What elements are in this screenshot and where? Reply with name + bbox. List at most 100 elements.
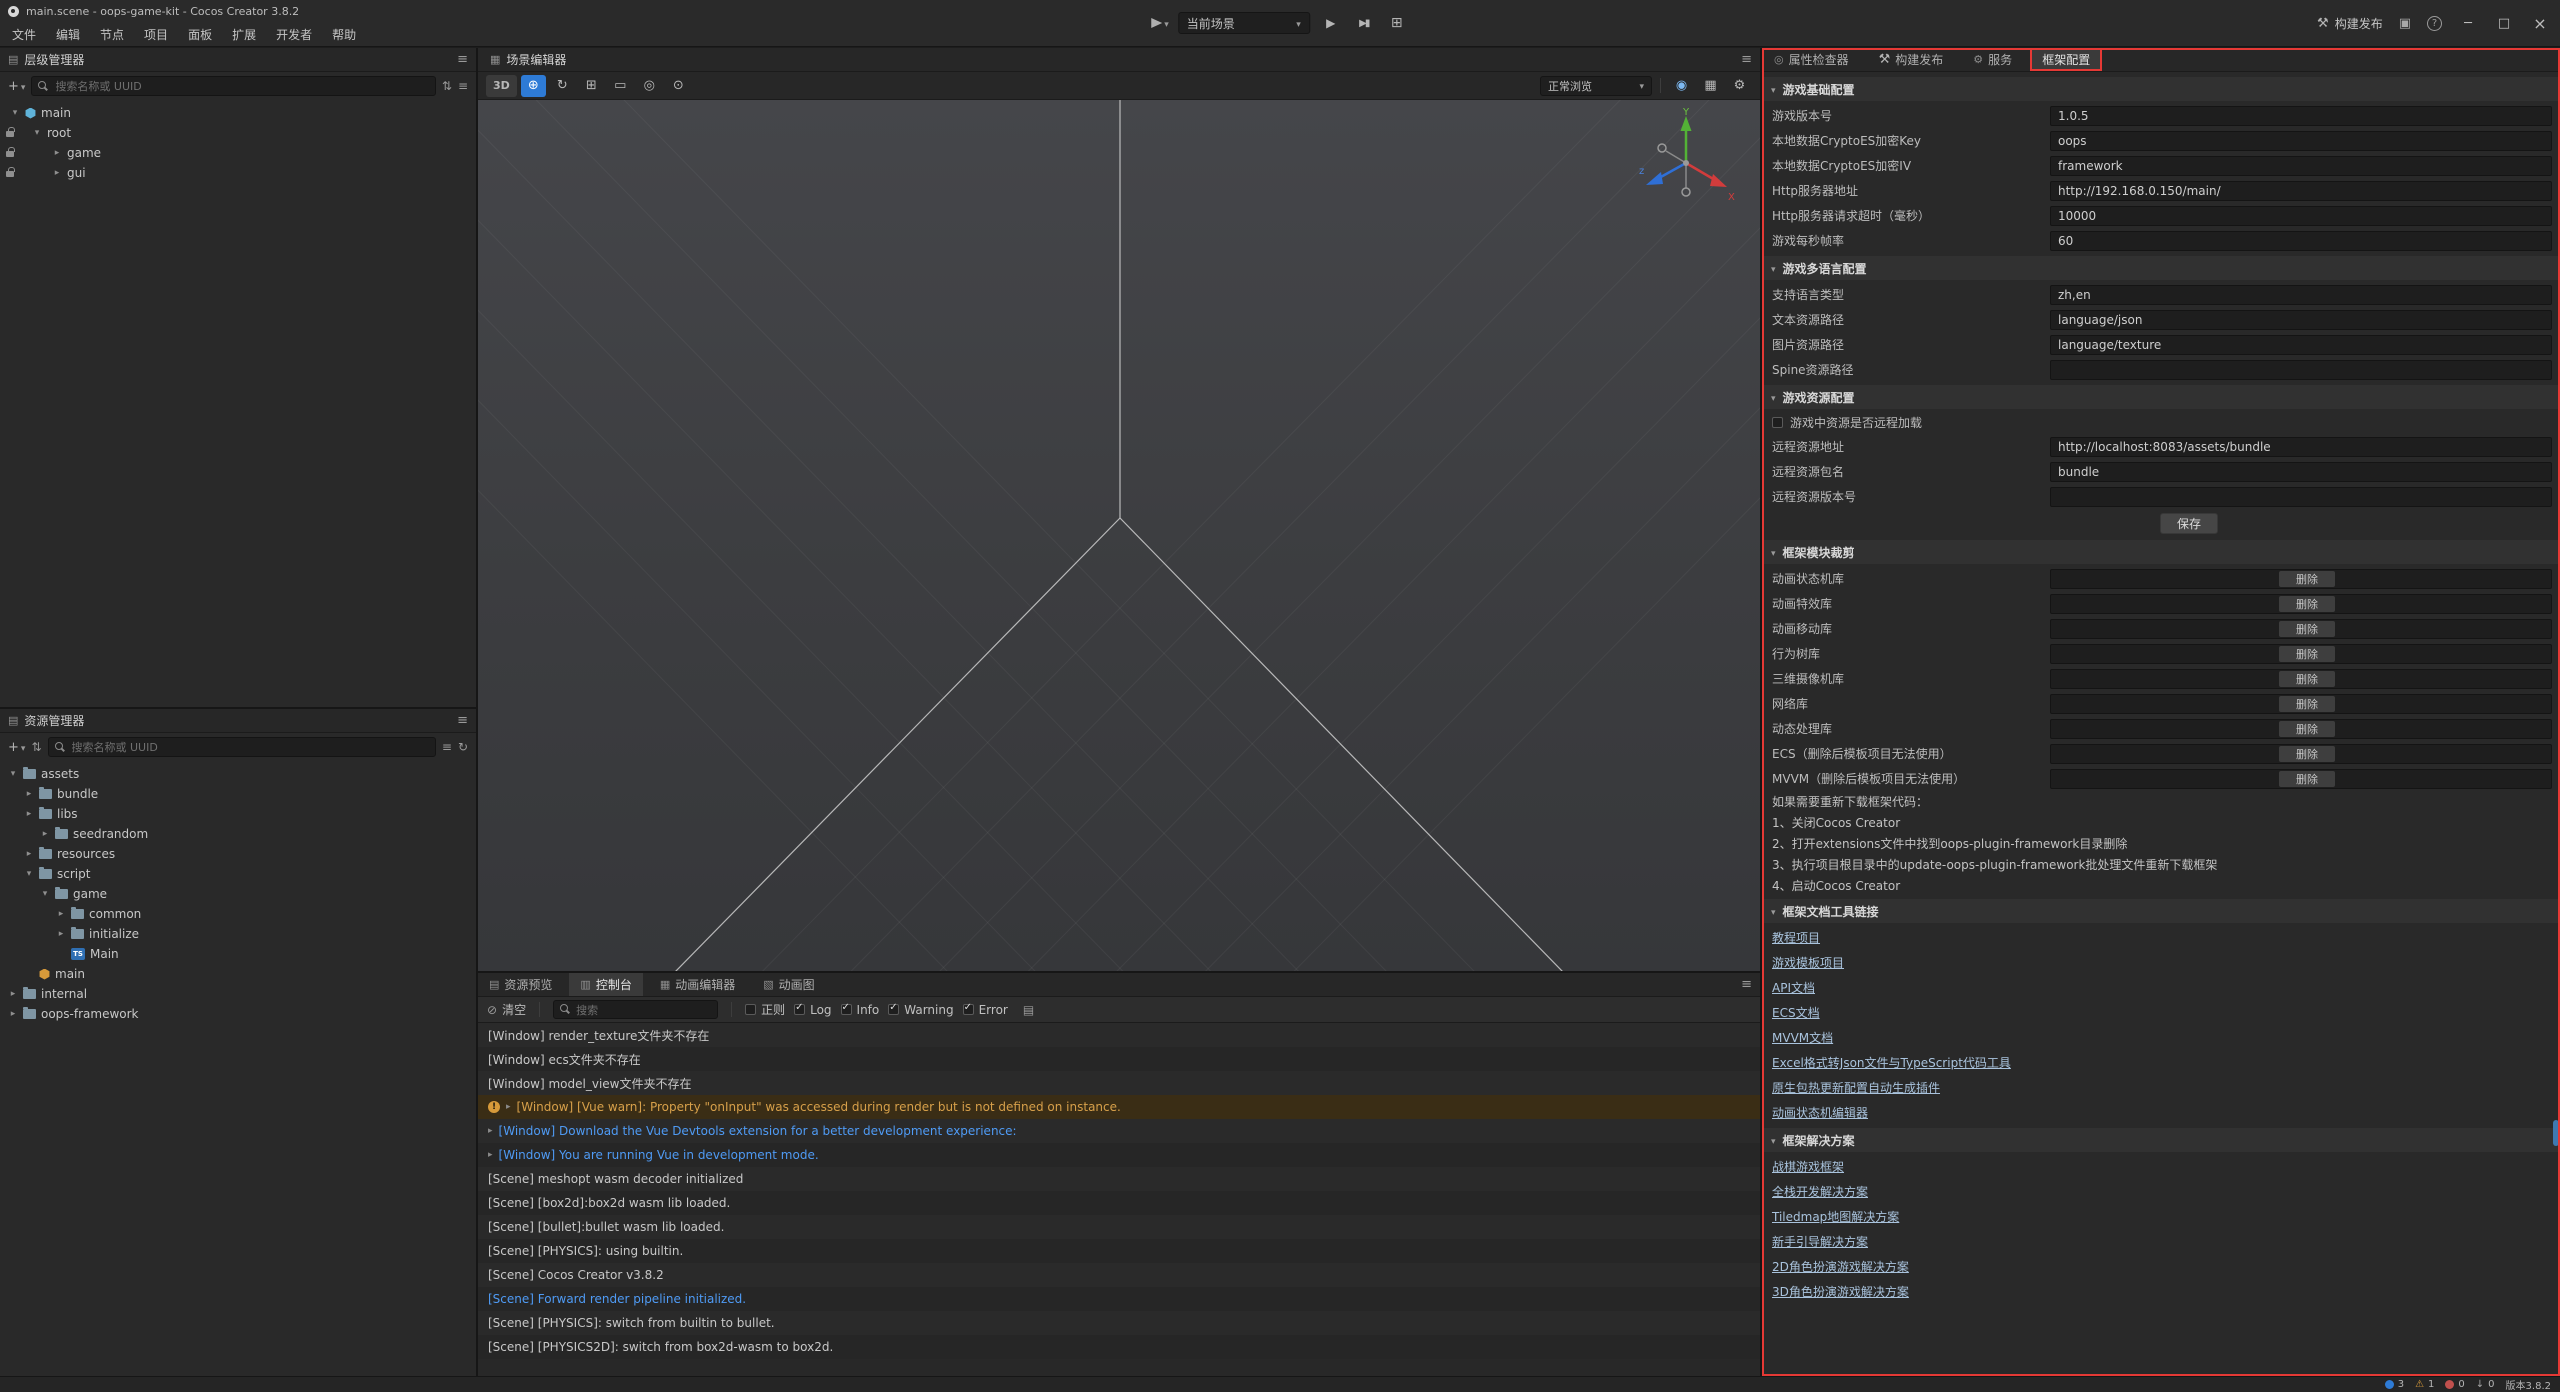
menu-file[interactable]: 文件 (2, 22, 46, 46)
status-warn-count[interactable]: 1 (2415, 1379, 2434, 1390)
asset-node[interactable]: seedrandom (0, 824, 476, 844)
solution-link[interactable]: Tiledmap地图解决方案 (1772, 1208, 1899, 1225)
clear-console-button[interactable]: 清空 (487, 1001, 526, 1018)
play-button[interactable] (1319, 12, 1343, 34)
menu-help[interactable]: 帮助 (322, 22, 366, 46)
scene-settings-button[interactable] (1727, 75, 1752, 97)
log-row-info[interactable]: [Scene] Forward render pipeline initiali… (478, 1287, 1760, 1311)
log-row-info[interactable]: [Window] Download the Vue Devtools exten… (478, 1119, 1760, 1143)
log-row[interactable]: [Scene] [box2d]:box2d wasm lib loaded. (478, 1191, 1760, 1215)
section-header-language[interactable]: 游戏多语言配置 (1762, 256, 2560, 280)
filter-info-checkbox[interactable]: Info (841, 1003, 880, 1017)
tab-scene-editor[interactable]: ▦ 场景编辑器 (486, 48, 570, 71)
asset-node[interactable]: internal (0, 984, 476, 1004)
asset-node[interactable]: bundle (0, 784, 476, 804)
hierarchy-node[interactable]: root (0, 123, 476, 143)
asset-node[interactable]: resources (0, 844, 476, 864)
delete-button[interactable]: 删除 (2279, 621, 2335, 637)
tab-framework-config[interactable]: 框架配置 (2030, 48, 2102, 71)
filter-error-checkbox[interactable]: Error (963, 1003, 1008, 1017)
sort-icon[interactable]: ⇅ (442, 79, 452, 93)
doc-link[interactable]: ECS文档 (1772, 1004, 1820, 1021)
pivot-tool-button[interactable] (666, 75, 691, 97)
delete-button[interactable]: 删除 (2279, 596, 2335, 612)
assets-search-input[interactable]: 搜索名称或 UUID (48, 737, 436, 757)
text-input[interactable]: bundle (2050, 462, 2552, 482)
expand-arrow-icon[interactable] (56, 929, 66, 939)
log-row[interactable]: [Scene] [PHYSICS]: switch from builtin t… (478, 1311, 1760, 1335)
chevron-right-icon[interactable] (488, 1126, 493, 1136)
section-header-resources[interactable]: 游戏资源配置 (1762, 385, 2560, 409)
save-button[interactable]: 保存 (2160, 513, 2218, 534)
log-row-info[interactable]: [Window] You are running Vue in developm… (478, 1143, 1760, 1167)
text-input[interactable]: http://localhost:8083/assets/bundle (2050, 437, 2552, 457)
window-close-button[interactable] (2530, 14, 2550, 33)
expand-arrow-icon[interactable] (40, 829, 50, 839)
chevron-right-icon[interactable] (488, 1150, 493, 1160)
axis-gizmo[interactable]: Y X z (1631, 108, 1741, 218)
panel-menu-icon[interactable] (1741, 52, 1752, 67)
status-info-count[interactable]: 3 (2385, 1379, 2404, 1390)
log-row[interactable]: [Scene] Cocos Creator v3.8.2 (478, 1263, 1760, 1287)
filter-menu-icon[interactable]: ≡ (458, 79, 468, 93)
menu-developer[interactable]: 开发者 (266, 22, 322, 46)
text-input[interactable]: oops (2050, 131, 2552, 151)
expand-arrow-icon[interactable] (8, 1009, 18, 1019)
solution-link[interactable]: 新手引导解决方案 (1772, 1233, 1868, 1250)
log-file-icon[interactable]: ▤ (1023, 1003, 1034, 1017)
expand-arrow-icon[interactable] (8, 769, 18, 779)
help-icon[interactable]: ? (2427, 16, 2442, 31)
console-search-input[interactable]: 搜索 (553, 1000, 718, 1019)
log-row[interactable]: [Window] model_view文件夹不存在 (478, 1071, 1760, 1095)
delete-button[interactable]: 删除 (2279, 721, 2335, 737)
text-input[interactable] (2050, 360, 2552, 380)
step-button[interactable] (1352, 12, 1376, 34)
status-error-count[interactable]: 0 (2445, 1379, 2464, 1390)
asset-node[interactable]: oops-framework (0, 1004, 476, 1024)
preview-target-button[interactable] (1151, 16, 1169, 30)
text-input[interactable]: framework (2050, 156, 2552, 176)
delete-button[interactable]: 删除 (2279, 696, 2335, 712)
doc-link[interactable]: 游戏模板项目 (1772, 954, 1844, 971)
section-header-solutions[interactable]: 框架解决方案 (1762, 1128, 2560, 1152)
log-row[interactable]: [Scene] [bullet]:bullet wasm lib loaded. (478, 1215, 1760, 1239)
expand-arrow-icon[interactable] (10, 108, 20, 118)
expand-arrow-icon[interactable] (52, 168, 62, 178)
log-row[interactable]: [Window] render_texture文件夹不存在 (478, 1023, 1760, 1047)
delete-button[interactable]: 删除 (2279, 646, 2335, 662)
chevron-right-icon[interactable] (506, 1102, 511, 1112)
anchor-tool-button[interactable] (637, 75, 662, 97)
text-input[interactable]: zh,en (2050, 285, 2552, 305)
view-mode-select[interactable]: 正常浏览 (1540, 76, 1652, 96)
window-maximize-button[interactable] (2494, 16, 2514, 31)
solution-link[interactable]: 2D角色扮演游戏解决方案 (1772, 1258, 1909, 1275)
lighting-toggle-button[interactable] (1669, 75, 1694, 97)
solution-link[interactable]: 全栈开发解决方案 (1772, 1183, 1868, 1200)
move-tool-button[interactable] (521, 75, 546, 97)
menu-panel[interactable]: 面板 (178, 22, 222, 46)
tab-animation-graph[interactable]: ▧ 动画图 (752, 973, 825, 996)
text-input[interactable]: 10000 (2050, 206, 2552, 226)
delete-button[interactable]: 删除 (2279, 571, 2335, 587)
panel-menu-icon[interactable] (457, 52, 468, 67)
menu-node[interactable]: 节点 (90, 22, 134, 46)
lock-icon[interactable] (6, 171, 14, 177)
doc-link[interactable]: API文档 (1772, 979, 1815, 996)
window-minimize-button[interactable] (2458, 16, 2478, 31)
panel-menu-icon[interactable] (1741, 977, 1752, 992)
solution-link[interactable]: 战棋游戏框架 (1772, 1158, 1844, 1175)
tab-console[interactable]: ▥ 控制台 (569, 973, 642, 996)
filter-menu-icon[interactable]: ≡ (442, 740, 452, 754)
layout-grid-button[interactable] (1385, 12, 1409, 34)
filter-warning-checkbox[interactable]: Warning (888, 1003, 953, 1017)
expand-arrow-icon[interactable] (32, 128, 42, 138)
section-header-modules[interactable]: 框架模块裁剪 (1762, 540, 2560, 564)
log-row[interactable]: [Window] ecs文件夹不存在 (478, 1047, 1760, 1071)
mode-3d-button[interactable]: 3D (486, 75, 517, 97)
doc-link[interactable]: 原生包热更新配置自动生成插件 (1772, 1079, 1940, 1096)
asset-node[interactable]: script (0, 864, 476, 884)
log-row[interactable]: [Scene] meshopt wasm decoder initialized (478, 1167, 1760, 1191)
device-preview-icon[interactable] (2399, 16, 2411, 31)
log-row[interactable]: [Scene] [PHYSICS2D]: switch from box2d-w… (478, 1335, 1760, 1359)
section-header-basic[interactable]: 游戏基础配置 (1762, 77, 2560, 101)
